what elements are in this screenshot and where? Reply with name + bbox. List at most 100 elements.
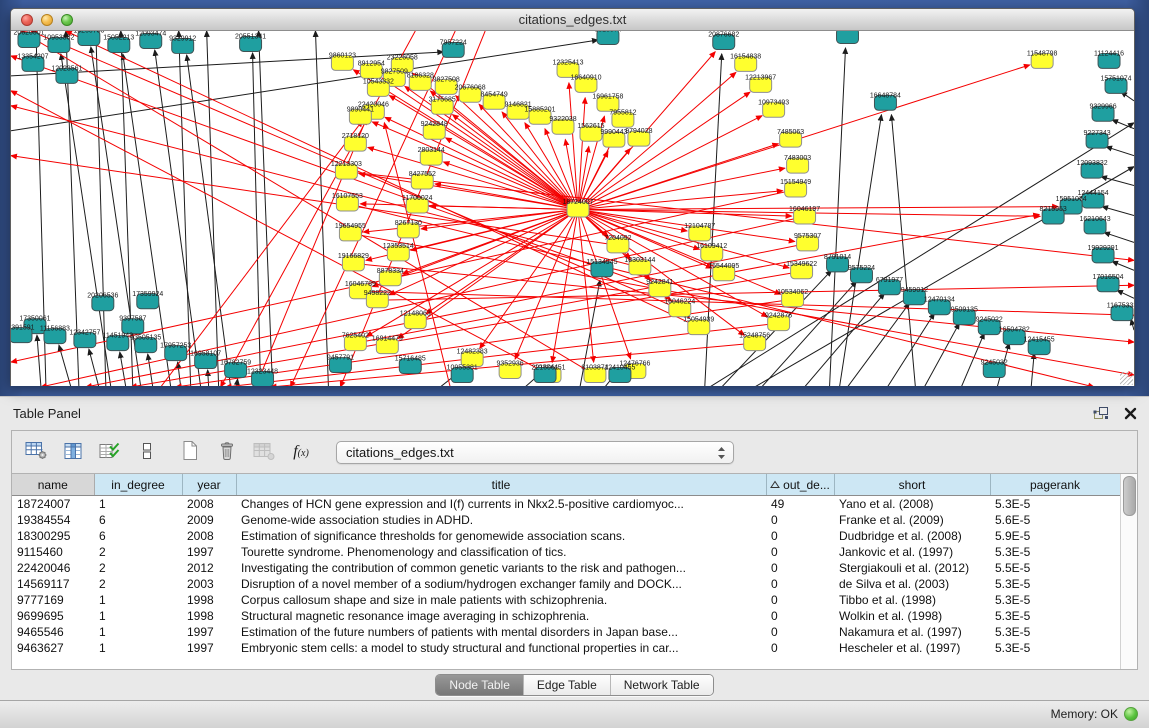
show-columns-button[interactable] <box>59 437 87 467</box>
graph-edge[interactable] <box>710 123 1134 386</box>
table-row[interactable]: 1830029562008Estimation of significance … <box>12 528 1120 544</box>
cell-in_degree[interactable]: 6 <box>94 528 182 544</box>
graph-edge[interactable] <box>1112 261 1134 270</box>
graph-edge[interactable] <box>891 115 915 386</box>
cell-name[interactable]: 9699695 <box>12 608 94 624</box>
cell-out_degree[interactable]: 0 <box>766 640 834 656</box>
cell-out_degree[interactable]: 0 <box>766 512 834 528</box>
tab-node-table[interactable]: Node Table <box>436 675 523 695</box>
cell-name[interactable]: 9463627 <box>12 640 94 656</box>
cell-title[interactable]: Structural magnetic resonance image aver… <box>236 608 766 624</box>
column-header-pagerank[interactable]: pagerank <box>990 474 1120 496</box>
table-row[interactable]: 911546021997Tourette syndrome. Phenomeno… <box>12 544 1120 560</box>
graph-edge[interactable] <box>360 291 1134 315</box>
graph-edge[interactable] <box>178 362 181 386</box>
cell-title[interactable]: Genome-wide association studies in ADHD. <box>236 512 766 528</box>
new-file-button[interactable] <box>176 437 204 467</box>
graph-edge[interactable] <box>253 53 261 386</box>
cell-in_degree[interactable]: 1 <box>94 592 182 608</box>
table-row[interactable]: 946554611997Estimation of the future num… <box>12 624 1120 640</box>
cell-pagerank[interactable]: 5.5E-5 <box>990 560 1120 576</box>
cell-year[interactable]: 2012 <box>182 560 236 576</box>
cell-in_degree[interactable]: 1 <box>94 624 182 640</box>
graph-edge[interactable] <box>1031 353 1034 386</box>
cell-name[interactable]: 9777169 <box>12 592 94 608</box>
cell-short[interactable]: Franke et al. (2009) <box>834 512 990 528</box>
cell-in_degree[interactable]: 1 <box>94 496 182 513</box>
column-header-title[interactable]: title <box>236 474 766 496</box>
cell-pagerank[interactable]: 5.3E-5 <box>990 608 1120 624</box>
select-columns-button[interactable] <box>96 437 124 467</box>
cell-short[interactable]: Jankovic et al. (1997) <box>834 544 990 560</box>
row-height-button[interactable] <box>133 437 161 467</box>
window-titlebar[interactable]: citations_edges.txt <box>11 9 1134 31</box>
float-panel-button[interactable] <box>1092 405 1110 424</box>
cell-name[interactable]: 18300295 <box>12 528 94 544</box>
table-scrollbar-thumb[interactable] <box>1123 476 1136 516</box>
table-row[interactable]: 946362711997Embryonic stem cells: a mode… <box>12 640 1120 656</box>
cell-in_degree[interactable]: 1 <box>94 640 182 656</box>
table-row[interactable]: 977716911998Corpus callosum shape and si… <box>12 592 1120 608</box>
cell-in_degree[interactable]: 6 <box>94 512 182 528</box>
graph-edge[interactable] <box>924 323 959 386</box>
close-window-button[interactable] <box>21 14 33 26</box>
cell-pagerank[interactable]: 5.9E-5 <box>990 528 1120 544</box>
delete-button[interactable] <box>213 437 241 467</box>
graph-edge[interactable] <box>1117 290 1134 298</box>
cell-title[interactable]: Investigating the contribution of common… <box>236 560 766 576</box>
cell-out_degree[interactable]: 0 <box>766 608 834 624</box>
graph-edge[interactable] <box>207 31 219 386</box>
cell-pagerank[interactable]: 5.3E-5 <box>990 544 1120 560</box>
cell-pagerank[interactable]: 5.6E-5 <box>990 512 1120 528</box>
graph-edge[interactable] <box>89 349 99 386</box>
tab-edge-table[interactable]: Edge Table <box>523 675 610 695</box>
cell-year[interactable]: 2009 <box>182 512 236 528</box>
graph-edge[interactable] <box>208 370 209 386</box>
cell-short[interactable]: Tibbo et al. (1998) <box>834 592 990 608</box>
network-window[interactable]: citations_edges.txt 18724007986012389129… <box>10 8 1135 386</box>
table-panel-header[interactable]: Table Panel <box>0 396 1149 430</box>
cell-in_degree[interactable]: 2 <box>94 544 182 560</box>
cell-short[interactable]: de Silva et al. (2003) <box>834 576 990 592</box>
column-header-short[interactable]: short <box>834 474 990 496</box>
close-panel-button[interactable] <box>1124 407 1137 423</box>
graph-node[interactable] <box>837 31 859 43</box>
cell-out_degree[interactable]: 0 <box>766 624 834 640</box>
cell-year[interactable]: 1997 <box>182 544 236 560</box>
cell-out_degree[interactable]: 49 <box>766 496 834 513</box>
column-header-out_degree[interactable]: out_de... <box>766 474 834 496</box>
graph-edge[interactable] <box>1104 232 1134 242</box>
table-scrollbar[interactable] <box>1120 474 1137 669</box>
cell-out_degree[interactable]: 0 <box>766 576 834 592</box>
cell-title[interactable]: Tourette syndrome. Phenomenology and cla… <box>236 544 766 560</box>
column-header-name[interactable]: name <box>12 474 94 496</box>
cell-pagerank[interactable]: 5.3E-5 <box>990 496 1120 513</box>
cell-name[interactable]: 22420046 <box>12 560 94 576</box>
window-resize-grip[interactable] <box>1120 372 1133 385</box>
cell-short[interactable]: Yano et al. (2008) <box>834 496 990 513</box>
zoom-window-button[interactable] <box>61 14 73 26</box>
cell-pagerank[interactable]: 5.3E-5 <box>990 592 1120 608</box>
cell-pagerank[interactable]: 5.3E-5 <box>990 640 1120 656</box>
cell-in_degree[interactable]: 2 <box>94 560 182 576</box>
tab-network-table[interactable]: Network Table <box>610 675 713 695</box>
cell-year[interactable]: 2003 <box>182 576 236 592</box>
cell-in_degree[interactable]: 2 <box>94 576 182 592</box>
cell-title[interactable]: Changes of HCN gene expression and I(f) … <box>236 496 766 513</box>
cell-pagerank[interactable]: 5.3E-5 <box>990 576 1120 592</box>
graph-edge[interactable] <box>21 31 595 375</box>
cell-short[interactable]: Hescheler et al. (1997) <box>834 640 990 656</box>
cell-out_degree[interactable]: 0 <box>766 544 834 560</box>
graph-edge[interactable] <box>578 98 585 210</box>
graph-edge[interactable] <box>1131 319 1134 330</box>
memory-widget[interactable]: Memory: OK <box>1051 707 1138 721</box>
cell-name[interactable]: 9465546 <box>12 624 94 640</box>
cell-year[interactable]: 1997 <box>182 624 236 640</box>
graph-edge[interactable] <box>368 147 578 209</box>
graph-edge[interactable] <box>148 354 153 386</box>
cell-short[interactable]: Stergiakouli et al. (2012) <box>834 560 990 576</box>
table-row[interactable]: 969969511998Structural magnetic resonanc… <box>12 608 1120 624</box>
cell-title[interactable]: Embryonic stem cells: a model to study s… <box>236 640 766 656</box>
cell-short[interactable]: Nakamura et al. (1997) <box>834 624 990 640</box>
cell-year[interactable]: 1997 <box>182 640 236 656</box>
